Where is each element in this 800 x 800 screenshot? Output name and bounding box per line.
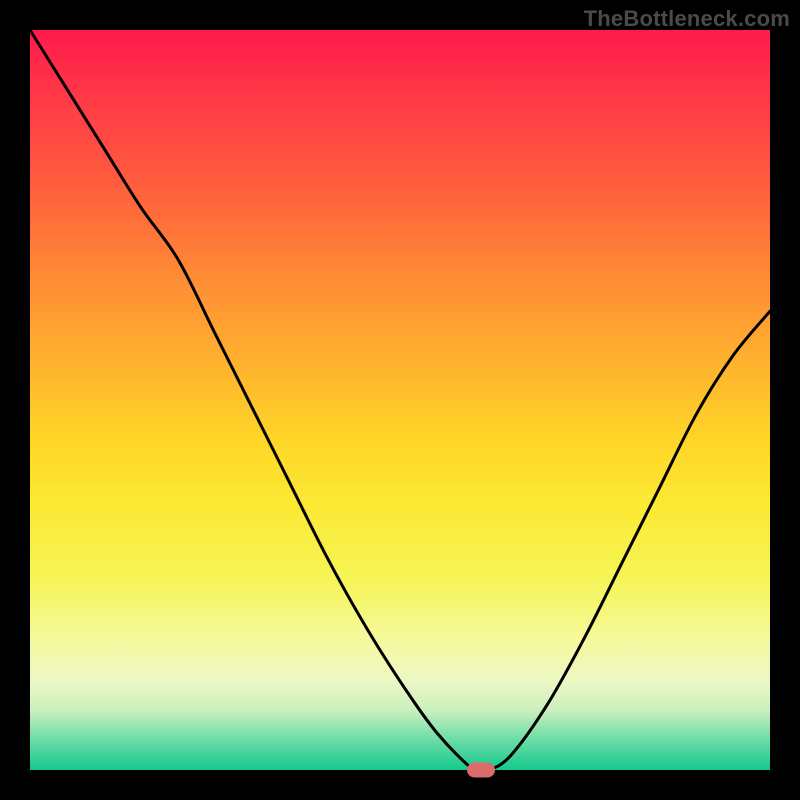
optimum-marker [467, 763, 495, 778]
plot-area [30, 30, 770, 770]
curve-path [30, 30, 770, 773]
bottleneck-curve [30, 30, 770, 770]
watermark-text: TheBottleneck.com [584, 6, 790, 32]
chart-frame: TheBottleneck.com [0, 0, 800, 800]
